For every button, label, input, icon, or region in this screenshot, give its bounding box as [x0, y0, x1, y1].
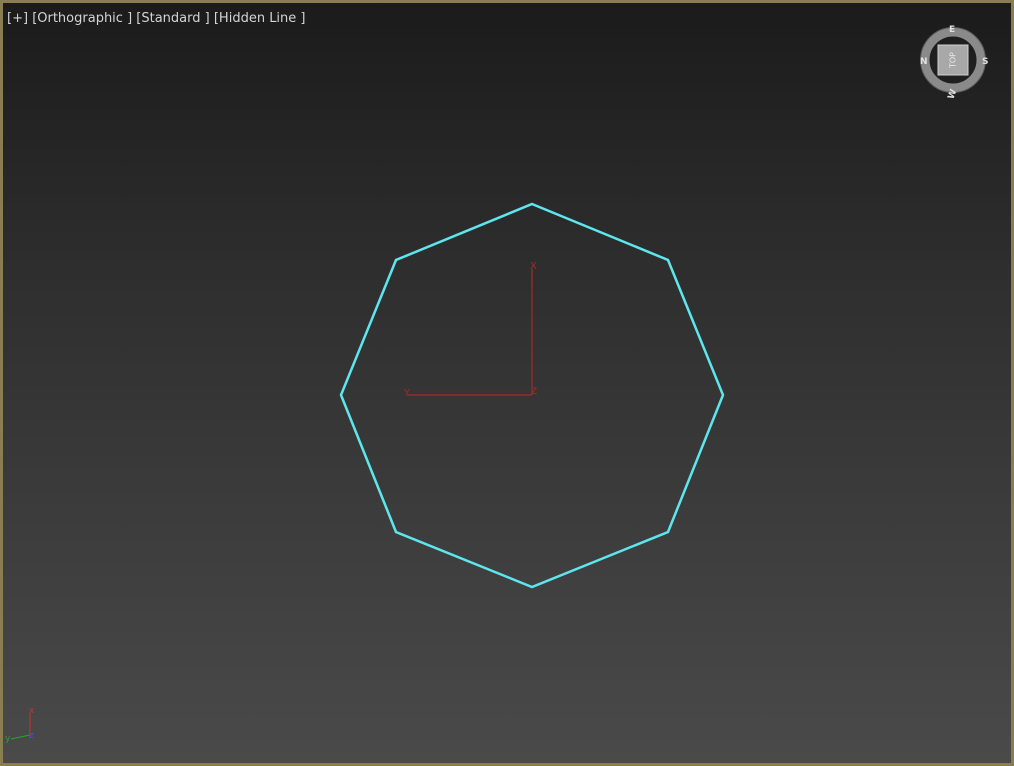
- tripod-x-label: x: [29, 706, 35, 716]
- gizmo-y-label: Y: [403, 388, 411, 399]
- compass-north-label[interactable]: N: [920, 57, 928, 67]
- compass-south-label[interactable]: S: [982, 57, 988, 67]
- transform-gizmo[interactable]: X Y Z: [403, 261, 537, 399]
- world-axis-tripod: x y z: [5, 706, 35, 744]
- gizmo-z-label: Z: [531, 387, 537, 397]
- viewport-top[interactable]: [+] [Orthographic ] [Standard ] [Hidden …: [0, 0, 1014, 766]
- tripod-y-label: y: [5, 734, 11, 744]
- compass-east-label[interactable]: E: [949, 25, 955, 35]
- tripod-y-axis: [10, 734, 31, 740]
- viewcube[interactable]: TOP N S E W: [916, 23, 992, 103]
- viewcube-face-label: TOP: [949, 52, 958, 69]
- scene-canvas: X Y Z: [339, 202, 725, 589]
- tripod-z-label: z: [29, 731, 34, 741]
- gizmo-x-label: X: [530, 261, 537, 272]
